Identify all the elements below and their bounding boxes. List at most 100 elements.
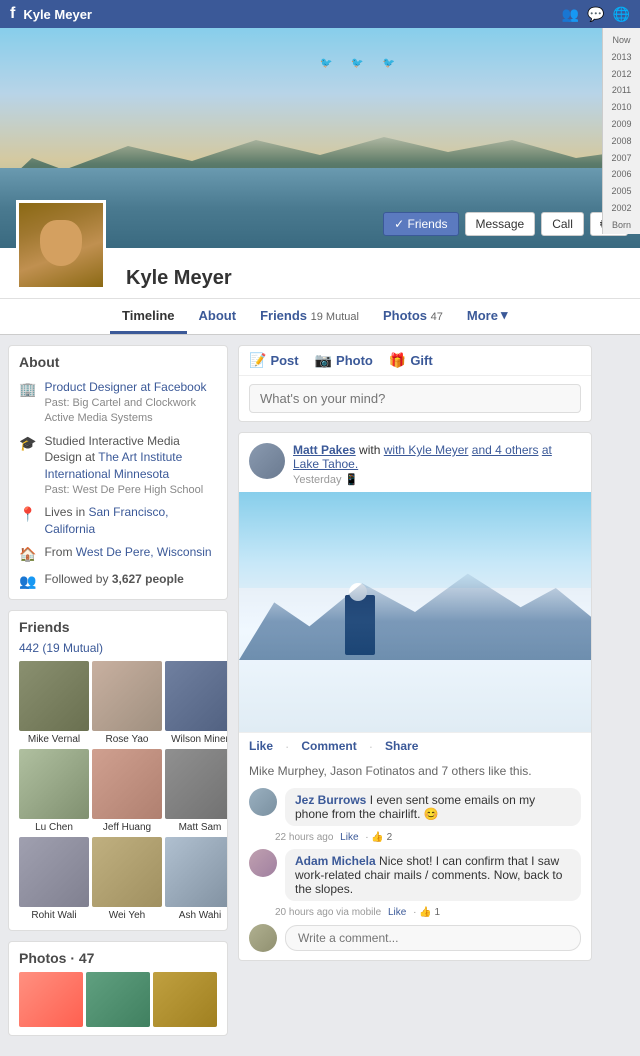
friend-thumb (165, 749, 228, 819)
post-tab-gift[interactable]: 🎁 Gift (389, 352, 433, 375)
friend-cell-rohit-wali[interactable]: Rohit Wali (19, 837, 89, 922)
about-card: About 🏢 Product Designer at Facebook Pas… (8, 345, 228, 600)
like-action[interactable]: Like (249, 739, 273, 754)
photo-icon: 📷 (315, 352, 332, 369)
about-location: 📍 Lives in San Francisco, California (9, 501, 227, 541)
timeline-item-2009[interactable]: 2009 (603, 116, 640, 133)
school-link[interactable]: The Art Institute International Minnesot… (44, 450, 182, 481)
feed-author-avatar[interactable] (249, 443, 285, 479)
comment-author-adam[interactable]: Adam Michela (295, 854, 376, 868)
comment-meta-jez: 22 hours ago Like · 👍 2 (239, 832, 591, 843)
nav-icons: 👥 💬 🌐 (562, 6, 630, 23)
about-title: About (9, 346, 227, 376)
globe-nav-icon[interactable]: 🌐 (613, 6, 630, 23)
gift-icon: 🎁 (389, 352, 406, 369)
right-column: 📝 Post 📷 Photo 🎁 Gift (238, 345, 592, 1046)
post-input[interactable] (249, 384, 581, 413)
friend-thumb (165, 837, 228, 907)
post-tab-post[interactable]: 📝 Post (249, 352, 299, 375)
friend-thumb (92, 661, 162, 731)
friend-thumb (92, 837, 162, 907)
tab-photos[interactable]: Photos 47 (371, 300, 455, 334)
action-sep: · (285, 739, 289, 754)
friend-cell-jeff-huang[interactable]: Jeff Huang (92, 749, 162, 834)
main-content: About 🏢 Product Designer at Facebook Pas… (0, 335, 602, 1056)
post-input-area (239, 376, 591, 421)
comment-avatar-jez[interactable] (249, 788, 277, 816)
comment-author-jez[interactable]: Jez Burrows (295, 793, 366, 807)
post-tabs: 📝 Post 📷 Photo 🎁 Gift (239, 346, 591, 376)
timeline-item-2011[interactable]: 2011 (603, 82, 640, 99)
share-action[interactable]: Share (385, 739, 418, 754)
chat-nav-icon[interactable]: 💬 (587, 6, 604, 23)
profile-name-area: Kyle Meyer (0, 248, 640, 298)
call-button[interactable]: Call (541, 212, 584, 236)
timeline-item-now[interactable]: Now (603, 32, 640, 49)
friend-cell-wilson-miner[interactable]: Wilson Miner (165, 661, 228, 746)
friends-badge: 19 Mutual (311, 311, 359, 323)
timeline-item-2012[interactable]: 2012 (603, 66, 640, 83)
friend-cell-lu-chen[interactable]: Lu Chen (19, 749, 89, 834)
mobile-icon: 📱 (345, 474, 359, 486)
friend-cell-ash-wahi[interactable]: Ash Wahi (165, 837, 228, 922)
friends-count-link[interactable]: 442 (19 Mutual) (19, 641, 103, 655)
friend-name: Jeff Huang (92, 822, 162, 834)
timeline-item-2008[interactable]: 2008 (603, 133, 640, 150)
tab-friends[interactable]: Friends 19 Mutual (248, 300, 371, 334)
feed-author-link[interactable]: Matt Pakes (293, 443, 356, 457)
friend-name: Wilson Miner (165, 734, 228, 746)
tab-timeline[interactable]: Timeline (110, 300, 187, 334)
message-button[interactable]: Message (465, 212, 536, 236)
feed-photo[interactable] (239, 492, 591, 732)
feed-with: with (359, 443, 384, 457)
comment-avatar-adam[interactable] (249, 849, 277, 877)
comment-like-link-adam[interactable]: Like (388, 907, 406, 918)
photo-thumb[interactable] (86, 972, 150, 1027)
feed-comment-adam: Adam Michela Nice shot! I can confirm th… (239, 843, 591, 905)
friend-cell-matt-sam[interactable]: Matt Sam (165, 749, 228, 834)
timeline-item-born[interactable]: Born (603, 217, 640, 234)
friend-cell-rose-yao[interactable]: Rose Yao (92, 661, 162, 746)
friend-name: Rose Yao (92, 734, 162, 746)
followers-icon: 👥 (19, 572, 36, 592)
timeline-item-2007[interactable]: 2007 (603, 150, 640, 167)
timeline-item-2002[interactable]: 2002 (603, 200, 640, 217)
skier-figure (345, 595, 375, 655)
cover-birds: 🐦 🐦 🐦 (320, 58, 403, 69)
timeline-item-2005[interactable]: 2005 (603, 183, 640, 200)
left-column: About 🏢 Product Designer at Facebook Pas… (8, 345, 228, 1046)
friend-cell-mike-vernal[interactable]: Mike Vernal (19, 661, 89, 746)
photo-thumb[interactable] (153, 972, 217, 1027)
friend-cell-wei-yeh[interactable]: Wei Yeh (92, 837, 162, 922)
work-link[interactable]: Product Designer at Facebook (44, 380, 206, 394)
feed-others-link[interactable]: and 4 others (472, 443, 539, 457)
feed-with-link[interactable]: with Kyle Meyer (384, 443, 469, 457)
work-sub: Past: Big Cartel and Clockwork Active Me… (44, 396, 217, 427)
friend-thumb (92, 749, 162, 819)
friends-grid: Mike Vernal Rose Yao Wilson Miner Lu Che… (9, 661, 227, 930)
friend-thumb (165, 661, 228, 731)
friends-button[interactable]: ✓ Friends (383, 212, 458, 236)
about-education: 🎓 Studied Interactive Media Design at Th… (9, 430, 227, 502)
hometown-link[interactable]: West De Pere, Wisconsin (76, 545, 212, 559)
photo-tab-label: Photo (336, 353, 373, 368)
timeline-item-2006[interactable]: 2006 (603, 166, 640, 183)
location-icon: 📍 (19, 505, 36, 525)
tab-more[interactable]: More ▾ (455, 299, 520, 334)
location-link[interactable]: San Francisco, California (44, 505, 168, 536)
avatar-image (19, 203, 103, 287)
about-hometown: 🏠 From West De Pere, Wisconsin (9, 541, 227, 568)
comment-like-link-jez[interactable]: Like (340, 832, 358, 843)
timeline-item-2013[interactable]: 2013 (603, 49, 640, 66)
friends-nav-icon[interactable]: 👥 (562, 6, 579, 23)
post-tab-photo[interactable]: 📷 Photo (315, 352, 373, 375)
tab-about[interactable]: About (187, 300, 249, 334)
photo-thumb[interactable] (19, 972, 83, 1027)
write-comment-input[interactable] (285, 925, 581, 951)
comment-body-adam: Adam Michela Nice shot! I can confirm th… (285, 849, 581, 901)
comment-action[interactable]: Comment (301, 739, 356, 754)
timeline-item-2010[interactable]: 2010 (603, 99, 640, 116)
school-sub: Past: West De Pere High School (44, 483, 217, 498)
feed-comment-jez: Jez Burrows I even sent some emails on m… (239, 782, 591, 830)
profile-actions: ✓ Friends Message Call ⚙ ▾ (383, 212, 628, 236)
